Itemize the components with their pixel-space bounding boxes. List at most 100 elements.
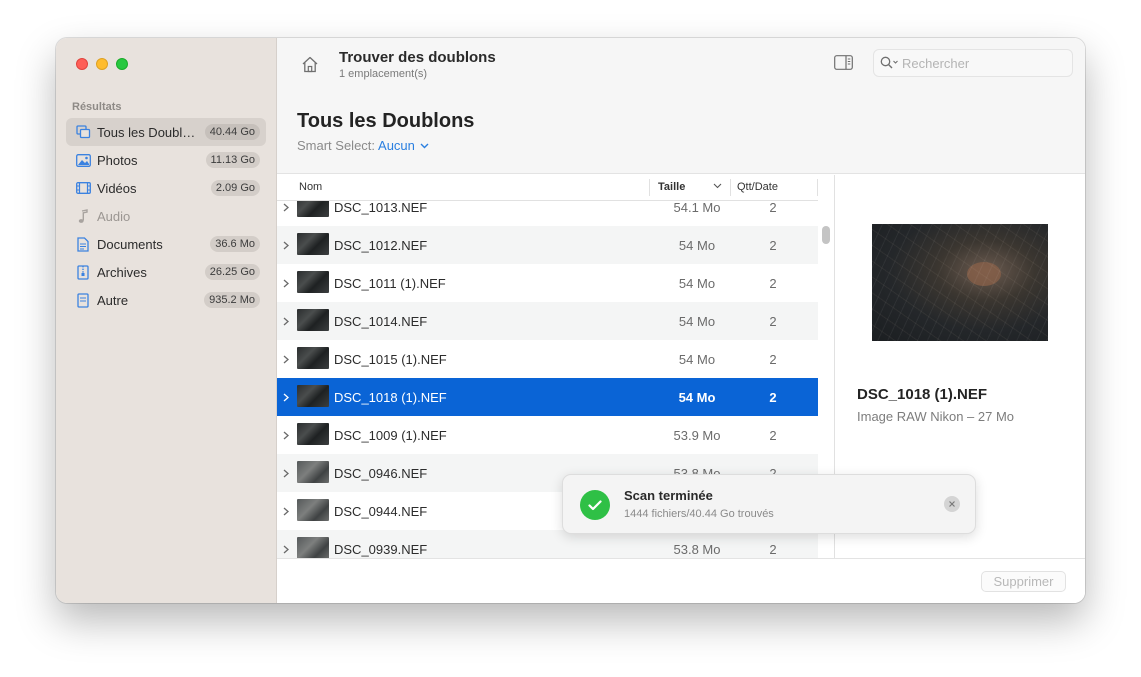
file-size: 54 Mo [678, 275, 716, 291]
table-row[interactable]: DSC_1009 (1).NEF 53.9 Mo 2 [277, 416, 818, 454]
file-size: 54.1 Mo [673, 199, 721, 215]
preview-file-name: DSC_1018 (1).NEF [857, 386, 988, 403]
duplicate-count: 2 [769, 199, 777, 215]
duplicate-count: 2 [769, 237, 777, 253]
file-thumbnail [297, 499, 329, 521]
footer-bar: Supprimer [277, 558, 1085, 603]
close-toast-button[interactable] [944, 496, 960, 512]
toolbar: Trouver des doublons 1 emplacement(s) To… [277, 38, 1085, 174]
disclosure-chevron-icon[interactable] [283, 278, 293, 288]
table-row[interactable]: DSC_1012.NEF 54 Mo 2 [277, 226, 818, 264]
sidebar-item-archives[interactable]: Archives 26.25 Go [66, 258, 266, 286]
file-size: 54 Mo [678, 351, 716, 367]
column-header-size[interactable]: Taille [658, 181, 685, 193]
sort-descending-icon[interactable] [713, 180, 722, 192]
file-thumbnail [297, 347, 329, 369]
table-row[interactable]: DSC_1014.NEF 54 Mo 2 [277, 302, 818, 340]
zoom-window-button[interactable] [116, 58, 128, 70]
close-window-button[interactable] [76, 58, 88, 70]
disclosure-chevron-icon[interactable] [283, 316, 293, 326]
sidebar-item-documents[interactable]: Documents 36.6 Mo [66, 230, 266, 258]
column-separator [649, 179, 650, 196]
sidebar-item-label: Audio [97, 208, 131, 224]
disclosure-chevron-icon[interactable] [283, 544, 293, 554]
file-name: DSC_1012.NEF [334, 237, 428, 253]
sidebar-item-videos[interactable]: Vidéos 2.09 Go [66, 174, 266, 202]
file-icon [75, 292, 91, 308]
disclosure-chevron-icon[interactable] [283, 392, 293, 402]
table-scrollbar[interactable] [822, 226, 830, 244]
smart-select: Smart Select: Aucun [297, 138, 429, 153]
disclosure-chevron-icon[interactable] [283, 468, 293, 478]
sidebar-item-badge: 935.2 Mo [204, 292, 260, 308]
disclosure-chevron-icon[interactable] [283, 354, 293, 364]
table-row[interactable]: DSC_0939.NEF 53.8 Mo 2 [277, 530, 818, 558]
minimize-window-button[interactable] [96, 58, 108, 70]
table-row[interactable]: DSC_1015 (1).NEF 54 Mo 2 [277, 340, 818, 378]
smart-select-label: Smart Select: [297, 138, 376, 153]
music-note-icon [75, 208, 91, 224]
file-name: DSC_0939.NEF [334, 541, 428, 557]
home-button[interactable] [299, 53, 321, 75]
sidebar-item-other[interactable]: Autre 935.2 Mo [66, 286, 266, 314]
preview-file-description: Image RAW Nikon – 27 Mo [857, 409, 1015, 424]
column-header-qty[interactable]: Qtt/Date [737, 181, 778, 193]
sidebar-item-label: Autre [97, 292, 129, 308]
sidebar: Résultats Tous les Doublons 40.44 Go Pho… [56, 38, 277, 603]
main-content: Trouver des doublons 1 emplacement(s) To… [277, 38, 1085, 603]
film-icon [75, 180, 91, 196]
disclosure-chevron-icon[interactable] [283, 430, 293, 440]
duplicates-icon [75, 124, 91, 140]
sidebar-item-photos[interactable]: Photos 11.13 Go [66, 146, 266, 174]
disclosure-chevron-icon[interactable] [283, 506, 293, 516]
file-size: 53.9 Mo [673, 427, 721, 443]
sidebar-item-badge: 26.25 Go [204, 264, 260, 280]
disclosure-chevron-icon[interactable] [283, 202, 293, 212]
scan-complete-toast: Scan terminée 1444 fichiers/40.44 Go tro… [562, 474, 976, 534]
sidebar-item-all-duplicates[interactable]: Tous les Doublons 40.44 Go [66, 118, 266, 146]
table-row[interactable]: DSC_1018 (1).NEF 54 Mo 2 [277, 378, 818, 416]
file-thumbnail [297, 309, 329, 331]
duplicate-count: 2 [769, 275, 777, 291]
duplicate-count: 2 [769, 427, 777, 443]
search-icon [880, 55, 900, 71]
toast-title: Scan terminée [624, 488, 713, 503]
sidebar-right-icon [834, 55, 853, 70]
window-subtitle: 1 emplacement(s) [339, 68, 428, 80]
duplicate-count: 2 [769, 541, 777, 557]
sidebar-item-label: Archives [97, 264, 147, 280]
page-title: Tous les Doublons [297, 110, 475, 132]
table-row[interactable]: DSC_1011 (1).NEF 54 Mo 2 [277, 264, 818, 302]
column-header-name[interactable]: Nom [299, 181, 322, 193]
file-name: DSC_1009 (1).NEF [334, 427, 447, 443]
search-field[interactable] [873, 49, 1073, 77]
file-size: 54 Mo [678, 237, 716, 253]
preview-image [872, 224, 1048, 341]
file-thumbnail [297, 385, 329, 407]
column-separator [817, 179, 818, 196]
sidebar-item-label: Vidéos [97, 180, 137, 196]
delete-button[interactable]: Supprimer [981, 571, 1066, 592]
sidebar-item-badge: 40.44 Go [204, 124, 260, 140]
sidebar-item-badge: 36.6 Mo [210, 236, 260, 252]
file-thumbnail [297, 537, 329, 558]
document-icon [75, 236, 91, 252]
sidebar-item-audio[interactable]: Audio [66, 202, 266, 230]
window-title: Trouver des doublons [339, 49, 496, 66]
toast-message: 1444 fichiers/40.44 Go trouvés [624, 508, 774, 520]
sidebar-item-label: Documents [97, 236, 163, 252]
chevron-down-icon[interactable] [420, 143, 429, 149]
sidebar-heading: Résultats [72, 101, 122, 113]
search-input[interactable] [902, 55, 1062, 71]
duplicate-count: 2 [769, 351, 777, 367]
file-name: DSC_1018 (1).NEF [334, 389, 447, 405]
smart-select-dropdown[interactable]: Aucun [378, 138, 415, 153]
file-thumbnail [297, 233, 329, 255]
close-icon [949, 501, 955, 507]
sidebar-item-badge: 2.09 Go [210, 180, 260, 196]
file-size: 54 Mo [678, 313, 716, 329]
app-window: Résultats Tous les Doublons 40.44 Go Pho… [56, 38, 1085, 603]
disclosure-chevron-icon[interactable] [283, 240, 293, 250]
toggle-preview-button[interactable] [834, 55, 854, 71]
duplicate-count: 2 [769, 389, 777, 405]
